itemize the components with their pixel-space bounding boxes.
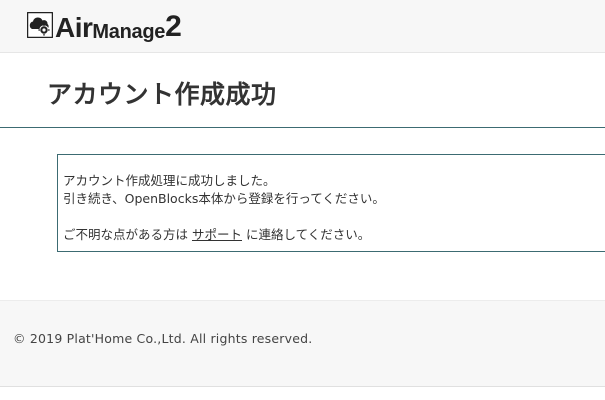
message-box: アカウント作成処理に成功しました。 引き続き、OpenBlocks本体から登録を… <box>57 154 605 252</box>
footer: © 2019 Plat'Home Co.,Ltd. All rights res… <box>0 300 605 387</box>
instruction-message: 引き続き、OpenBlocks本体から登録を行ってください。 <box>63 191 385 206</box>
header: Air Manage 2 <box>0 0 605 53</box>
airmanage-logo[interactable]: Air Manage 2 <box>27 10 182 42</box>
support-link[interactable]: サポート <box>192 227 242 242</box>
logo-text-num: 2 <box>165 10 182 43</box>
support-message-suffix: に連絡してください。 <box>242 227 371 242</box>
page-title: アカウント作成成功 <box>47 80 277 109</box>
support-message-prefix: ご不明な点がある方は <box>63 227 192 242</box>
copyright-text: © 2019 Plat'Home Co.,Ltd. All rights res… <box>13 331 313 346</box>
cloud-gear-icon <box>27 12 53 38</box>
support-message: ご不明な点がある方は サポート に連絡してください。 <box>63 224 370 243</box>
success-message: アカウント作成処理に成功しました。 <box>63 173 276 188</box>
title-area: アカウント作成成功 <box>0 53 605 128</box>
logo-text-manage: Manage <box>92 21 166 43</box>
logo-text-air: Air <box>55 12 93 43</box>
